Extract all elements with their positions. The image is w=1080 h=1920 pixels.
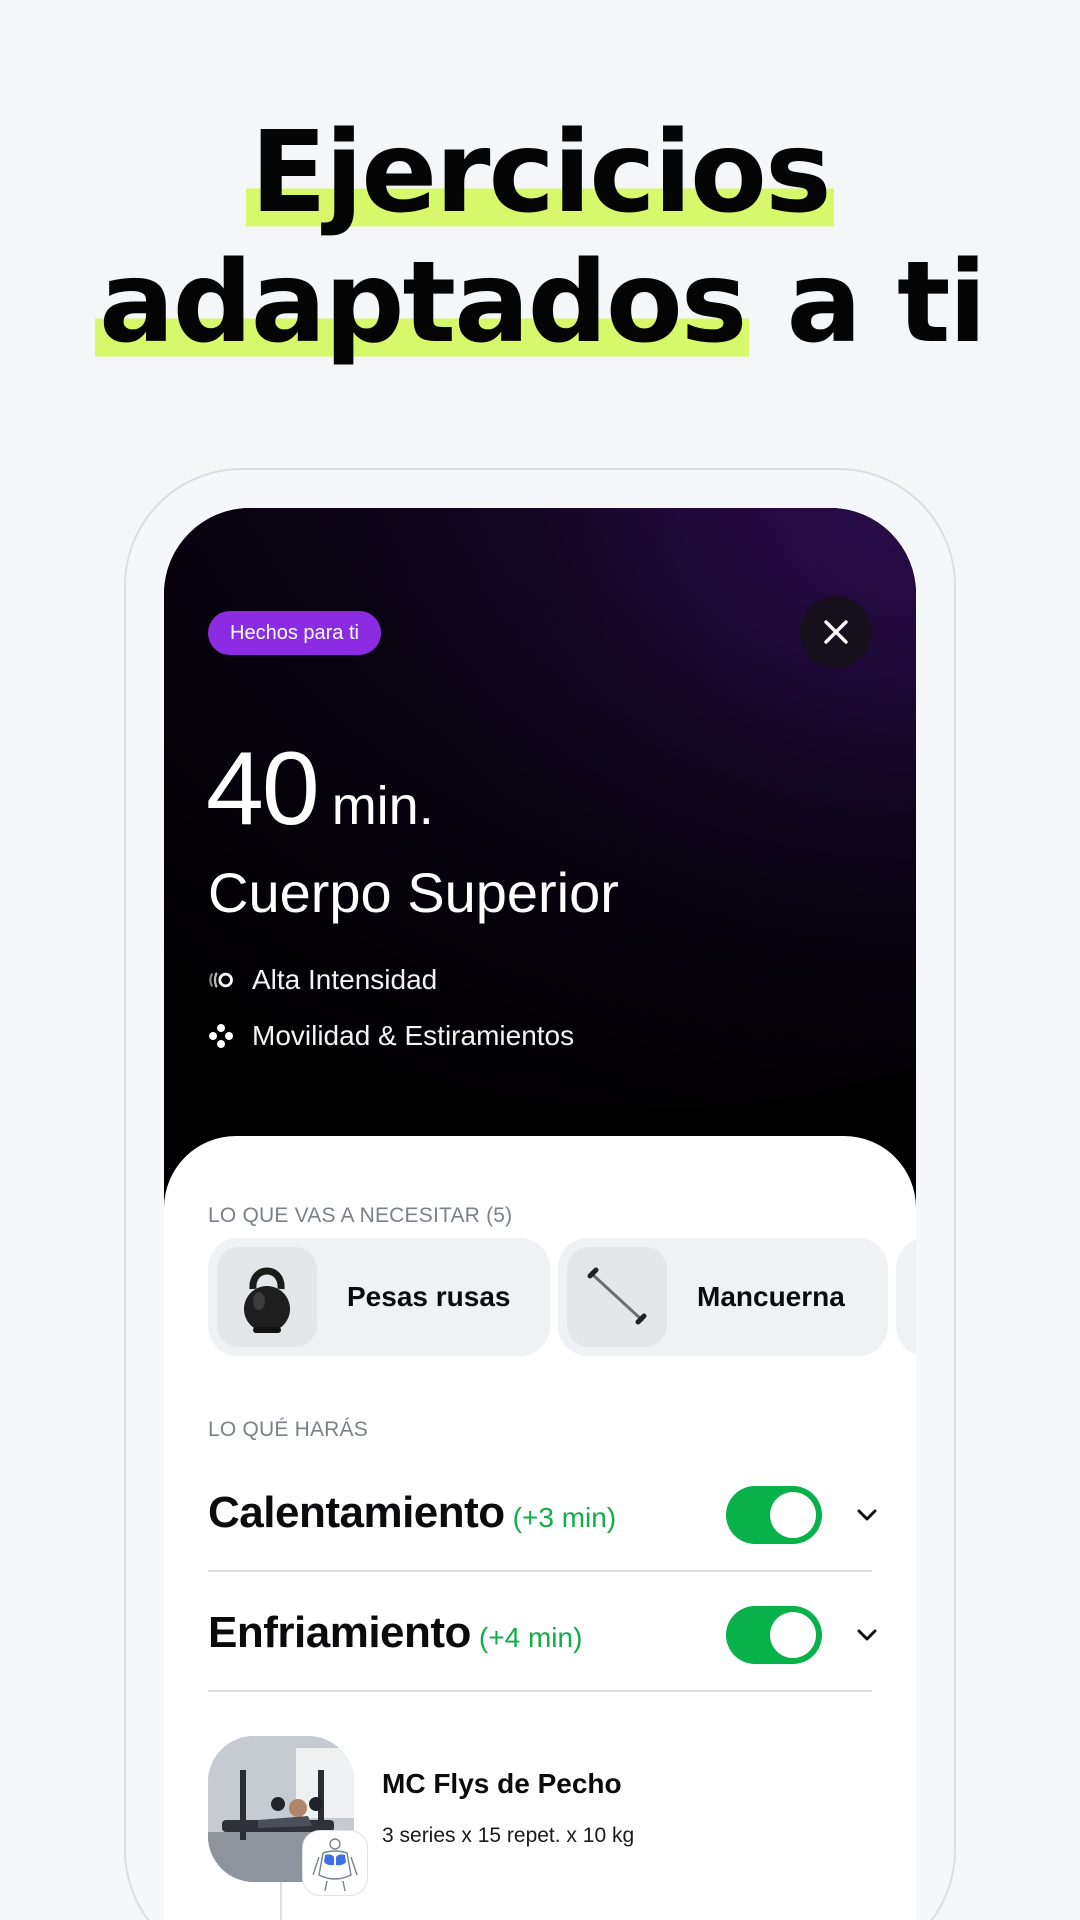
exercise-detail: 3 series x 15 repet. x 10 kg [382, 1824, 635, 1847]
warmup-title: Calentamiento (+3 min) [208, 1488, 616, 1538]
duration-unit: min. [331, 776, 434, 836]
equipment-card-kettlebell[interactable]: Pesas rusas [208, 1238, 550, 1356]
headline-highlight-2: adaptados [95, 238, 750, 368]
cooldown-row[interactable]: Enfriamiento (+4 min) [208, 1574, 877, 1692]
cooldown-title: Enfriamiento (+4 min) [208, 1608, 582, 1658]
exercise-timeline [280, 1882, 282, 1920]
mobility-icon [208, 1023, 234, 1049]
mobility-label: Movilidad & Estiramientos [252, 1020, 575, 1051]
workout-details-sheet: LO QUE VAS A NECESITAR (5) Pesas rusas M… [164, 1136, 916, 1920]
chevron-down-icon[interactable] [856, 1624, 878, 1646]
toggle-knob [770, 1492, 816, 1538]
mobility-tag: Movilidad & Estiramientos [208, 1016, 574, 1056]
intensity-tag: Alta Intensidad [208, 960, 437, 1000]
cooldown-extra-time: (+4 min) [478, 1622, 583, 1653]
headline-line-1: Ejercicios [0, 108, 1080, 238]
headline-line-2-rest: a ti [749, 238, 987, 368]
workout-duration: 40 min. [206, 730, 434, 849]
headline-line-2: adaptados a ti [0, 238, 1080, 368]
headline: Ejercicios adaptados a ti [0, 108, 1080, 368]
made-for-you-badge: Hechos para ti [208, 611, 381, 655]
intensity-label: Alta Intensidad [252, 964, 438, 995]
warmup-toggle[interactable] [726, 1486, 822, 1544]
warmup-row[interactable]: Calentamiento (+3 min) [208, 1454, 877, 1572]
warmup-extra-time: (+3 min) [512, 1502, 617, 1533]
equipment-card-partial[interactable] [896, 1238, 916, 1356]
cooldown-toggle[interactable] [726, 1606, 822, 1664]
workout-title: Cuerpo Superior [208, 861, 619, 924]
equipment-section-label: LO QUE VAS A NECESITAR (5) [208, 1204, 513, 1227]
close-button[interactable] [800, 596, 872, 668]
equipment-name: Pesas rusas [347, 1281, 511, 1312]
chevron-down-icon[interactable] [856, 1504, 878, 1526]
equipment-name: Mancuerna [697, 1281, 845, 1312]
toggle-knob [770, 1612, 816, 1658]
headline-highlight-1: Ejercicios [246, 108, 834, 238]
workout-hero: Hechos para ti 40 min. Cuerpo Superior Al… [164, 508, 916, 1208]
exercise-name: MC Flys de Pecho [382, 1768, 622, 1799]
close-icon [824, 620, 848, 644]
barbell-icon [567, 1247, 667, 1347]
exercise-item[interactable]: MC Flys de Pecho 3 series x 15 repet. x … [208, 1736, 872, 1920]
phone-screen: Hechos para ti 40 min. Cuerpo Superior Al… [164, 508, 916, 1920]
warmup-label: Calentamiento [208, 1488, 505, 1537]
plan-section-label: LO QUÉ HARÁS [208, 1418, 368, 1441]
equipment-card-barbell[interactable]: Mancuerna [558, 1238, 888, 1356]
cooldown-label: Enfriamiento [208, 1608, 471, 1657]
duration-value: 40 [206, 731, 320, 847]
kettlebell-icon [217, 1247, 317, 1347]
intensity-icon [208, 967, 234, 993]
muscle-map-icon [302, 1830, 368, 1896]
equipment-carousel[interactable]: Pesas rusas Mancuerna [208, 1238, 916, 1356]
